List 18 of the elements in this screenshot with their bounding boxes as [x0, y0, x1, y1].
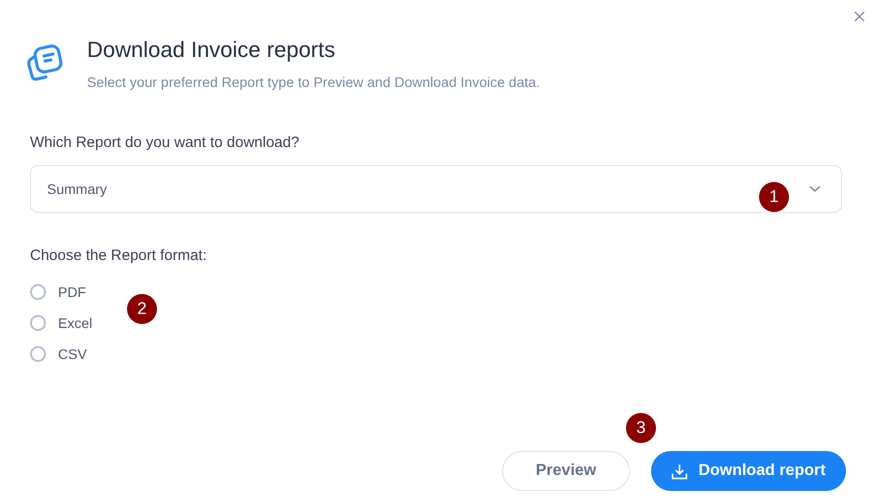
chevron-down-icon	[809, 185, 821, 193]
radio-label[interactable]: Excel	[58, 315, 92, 331]
radio-label[interactable]: CSV	[58, 346, 87, 362]
field-label: Choose the Report format:	[30, 247, 208, 264]
field-label: Which Report do you want to download?	[30, 134, 300, 151]
close-icon[interactable]	[854, 11, 865, 22]
step-number-badge: 3	[626, 413, 656, 443]
dialog-subtitle: Select your preferred Report type to Preview and Download Invoice data.	[87, 74, 540, 90]
step-number-badge: 2	[127, 294, 157, 324]
radio-label[interactable]: PDF	[58, 284, 86, 300]
radio-button[interactable]	[30, 315, 46, 331]
download-icon	[671, 462, 688, 480]
radio-button[interactable]	[30, 346, 46, 362]
step-number-badge: 1	[759, 182, 789, 212]
radio-button[interactable]	[30, 284, 46, 300]
dialog-title: Download Invoice reports	[87, 36, 336, 64]
download-button[interactable]: Download report	[651, 451, 846, 491]
preview-button[interactable]: Preview	[502, 451, 630, 491]
